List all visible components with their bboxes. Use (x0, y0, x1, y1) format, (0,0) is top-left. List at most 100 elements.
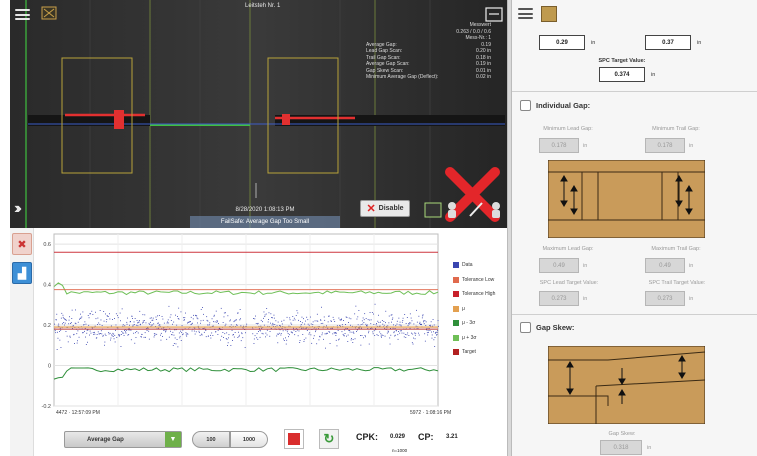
spc-target-field[interactable]: 0.374 (599, 67, 645, 82)
data-point (206, 319, 208, 321)
data-point (333, 332, 335, 334)
light-icon (448, 202, 456, 210)
legend-item: Tolerance High (453, 291, 505, 306)
data-point (276, 335, 278, 337)
data-point (212, 325, 214, 327)
data-point (323, 316, 325, 318)
disable-button[interactable]: ✕ Disable (360, 200, 410, 217)
data-point (196, 317, 198, 319)
data-point (120, 320, 121, 322)
gap-skew-checkbox[interactable] (520, 322, 531, 333)
data-point (279, 325, 281, 326)
individual-gap-diagram (548, 160, 705, 238)
data-point (191, 323, 193, 325)
sample-1000-button[interactable]: 1000 (230, 431, 268, 448)
menu-icon[interactable] (15, 9, 30, 20)
data-point (269, 335, 271, 337)
stop-button[interactable] (284, 429, 304, 449)
data-point (396, 330, 397, 332)
data-point (407, 325, 409, 327)
data-point (374, 335, 376, 336)
data-point (192, 318, 194, 320)
data-point (192, 322, 193, 324)
unit-label: in (647, 445, 652, 451)
min-lead-field[interactable]: 0.178 (539, 138, 579, 153)
data-point (364, 335, 366, 336)
data-point (399, 321, 401, 323)
spc-lead-field[interactable]: 0.273 (539, 291, 579, 306)
data-point (97, 324, 98, 325)
data-point (261, 327, 263, 329)
data-point (354, 338, 356, 340)
data-point (335, 332, 336, 333)
data-point (362, 317, 364, 319)
data-point (109, 318, 111, 320)
refresh-button[interactable]: ↻ (319, 429, 339, 449)
data-point (313, 335, 315, 337)
data-point (233, 334, 234, 335)
max-lead-field[interactable]: 0.49 (539, 258, 579, 273)
legend-item: μ - 3σ (453, 320, 505, 335)
min-trail-field[interactable]: 0.178 (645, 138, 685, 153)
data-point (55, 319, 57, 321)
individual-gap-checkbox[interactable] (520, 100, 531, 111)
data-point (150, 317, 152, 319)
data-point (253, 338, 255, 340)
data-point (425, 321, 427, 323)
data-point (125, 332, 127, 334)
data-point (71, 309, 73, 311)
expand-chevron-icon[interactable]: ››› (14, 200, 22, 218)
camera-view[interactable]: Leitsteh Nr. 1 Messwert 0.263 / 0.0 / 0.… (10, 0, 507, 228)
cpk-label: CPK: (356, 432, 378, 442)
snapshot-icon[interactable] (424, 202, 442, 218)
gap-marker (114, 110, 124, 129)
data-point (99, 323, 101, 325)
data-point (325, 347, 326, 349)
data-point (369, 312, 371, 313)
data-point (305, 320, 306, 322)
tolerance-high-field[interactable]: 0.37 (645, 35, 691, 50)
data-point (132, 325, 134, 327)
data-point (105, 335, 107, 336)
data-point (423, 323, 425, 325)
individual-gap-title: Individual Gap: (536, 101, 591, 110)
data-point (146, 330, 148, 331)
data-point (223, 316, 225, 318)
legend-item: μ (453, 305, 505, 321)
data-point (252, 333, 254, 335)
gap-skew-header[interactable]: Gap Skew: (520, 322, 574, 333)
data-point (329, 343, 331, 344)
data-point (218, 323, 219, 324)
data-point (408, 323, 409, 325)
data-point (263, 324, 265, 326)
chevron-down-icon[interactable]: ▼ (165, 432, 181, 447)
clear-chart-icon[interactable]: ✖ (12, 233, 32, 255)
chart-mode-icon[interactable]: ▟ (12, 262, 32, 284)
individual-gap-header[interactable]: Individual Gap: (520, 100, 590, 111)
data-point (434, 337, 436, 338)
gap-skew-field[interactable]: 0.318 (600, 440, 642, 455)
menu-icon[interactable] (518, 8, 533, 19)
data-point (120, 334, 122, 335)
data-point (59, 327, 61, 329)
data-point (151, 319, 153, 321)
data-point (338, 338, 340, 340)
data-point (271, 317, 273, 319)
data-point (203, 313, 204, 315)
sample-100-button[interactable]: 100 (192, 431, 230, 448)
legend-item: μ + 3σ (453, 334, 505, 350)
data-point (294, 334, 296, 336)
data-point (390, 334, 392, 336)
tolerance-low-field[interactable]: 0.29 (539, 35, 585, 50)
data-point (54, 323, 55, 325)
data-point (169, 316, 171, 318)
data-point (306, 316, 308, 318)
data-point (76, 333, 78, 335)
measure-dropdown[interactable]: Average Gap ▼ (64, 431, 182, 448)
data-point (280, 334, 282, 336)
data-point (368, 332, 369, 334)
spc-trail-field[interactable]: 0.273 (645, 291, 685, 306)
data-point (406, 334, 408, 336)
data-point (172, 345, 174, 346)
max-trail-field[interactable]: 0.49 (645, 258, 685, 273)
